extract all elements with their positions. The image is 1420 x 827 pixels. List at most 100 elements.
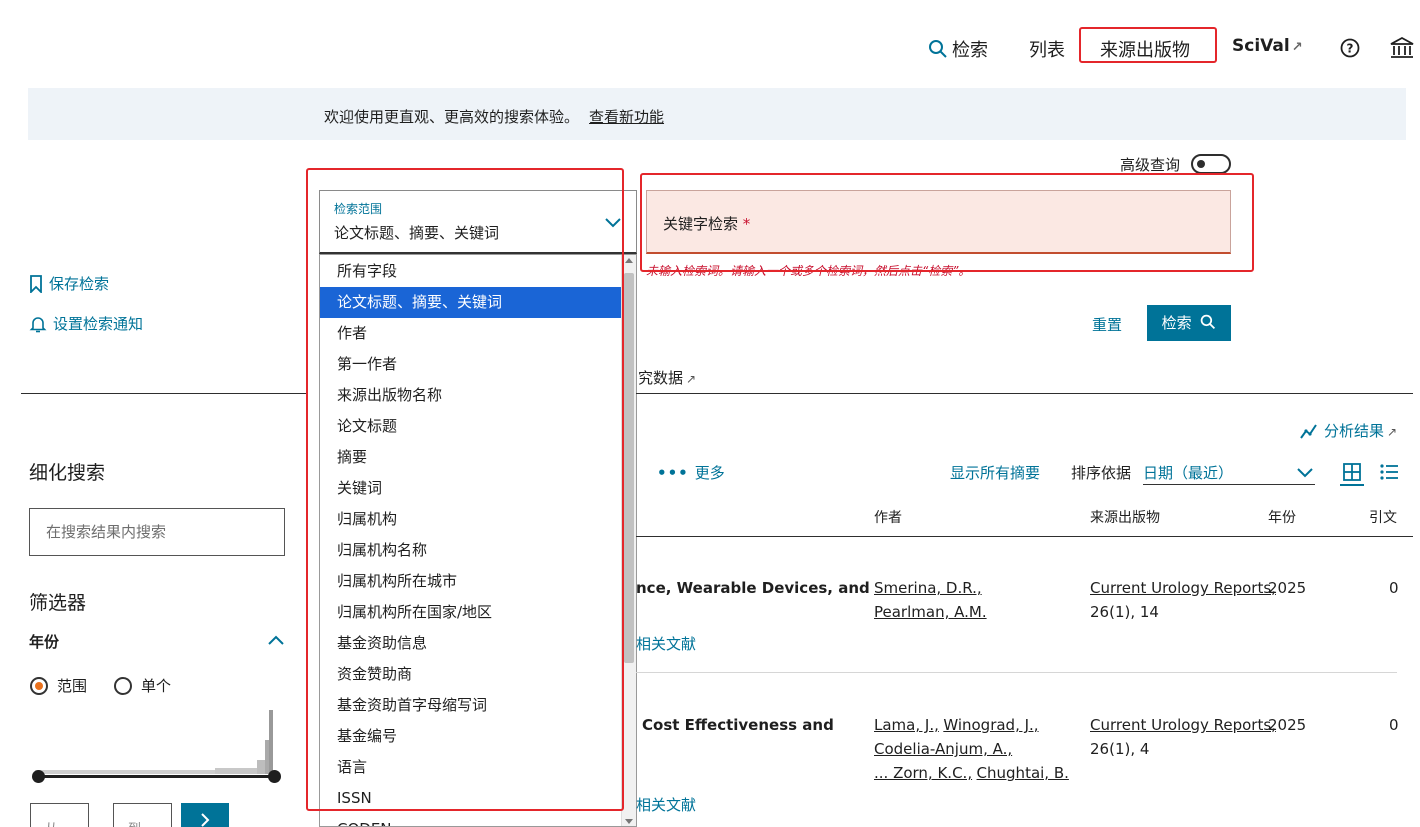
citations-cell: 0 [1389, 579, 1399, 597]
table-row: nce, Wearable Devices, and 相关文献 Smerina,… [636, 560, 1413, 670]
year-to-input[interactable]: 到 [113, 803, 172, 827]
author-link[interactable]: Smerina, D.R., [874, 579, 982, 597]
dropdown-option[interactable]: 所有字段 [320, 256, 621, 287]
year-histogram [35, 710, 273, 774]
dropdown-option[interactable]: 归属机构 [320, 504, 621, 535]
scroll-up-arrow[interactable] [625, 258, 633, 263]
bell-icon [29, 317, 47, 333]
grid-view-button[interactable] [1340, 462, 1364, 486]
search-button[interactable]: 检索 [1147, 305, 1231, 341]
analyze-results-link[interactable]: 分析结果 ↗ [1300, 420, 1397, 441]
dropdown-option[interactable]: 基金资助信息 [320, 628, 621, 659]
search-scope-select[interactable]: 检索范围 论文标题、摘要、关键词 [319, 190, 637, 254]
more-dots-icon: ••• [657, 464, 689, 482]
year-slider-track[interactable] [38, 775, 275, 778]
related-docs-link[interactable]: 相关文献 [636, 633, 696, 654]
author-link[interactable]: Winograd, J., [943, 716, 1038, 734]
citations-cell: 0 [1389, 716, 1399, 734]
column-citations[interactable]: 引文 [1369, 507, 1397, 527]
more-button[interactable]: ••• 更多 [657, 462, 725, 483]
nav-search[interactable]: 检索 [928, 36, 988, 62]
year-filter-title: 年份 [29, 633, 60, 651]
source-detail: 26(1), 4 [1090, 740, 1150, 758]
dropdown-option[interactable]: 归属机构所在城市 [320, 566, 621, 597]
refine-title: 细化搜索 [29, 462, 106, 484]
dropdown-option[interactable]: 第一作者 [320, 349, 621, 380]
author-link[interactable]: Codelia-Anjum, A., [874, 740, 1012, 758]
author-link[interactable]: Lama, J., [874, 716, 939, 734]
dropdown-option[interactable]: 论文标题 [320, 411, 621, 442]
column-source[interactable]: 来源出版物 [1090, 507, 1160, 527]
refine-search-field[interactable] [30, 509, 284, 555]
filters-title: 筛选器 [29, 592, 87, 614]
dropdown-scrollbar[interactable] [621, 255, 636, 826]
divider-right [636, 393, 1413, 394]
table-row: Cost Effectiveness and 相关文献 Lama, J., Wi… [636, 697, 1413, 827]
dropdown-option[interactable]: 语言 [320, 752, 621, 783]
reset-button[interactable]: 重置 [1092, 314, 1122, 335]
column-authors[interactable]: 作者 [874, 507, 902, 527]
chevron-down-icon [1297, 468, 1313, 478]
dropdown-option[interactable]: 论文标题、摘要、关键词 [320, 287, 621, 318]
show-all-abstracts-link[interactable]: 显示所有摘要 [950, 462, 1040, 483]
radio-single[interactable] [114, 677, 132, 695]
year-slider-min-handle[interactable] [32, 770, 45, 783]
search-icon [1201, 314, 1216, 330]
banner-link[interactable]: 查看新功能 [589, 108, 664, 126]
scroll-down-arrow[interactable] [625, 819, 633, 824]
sort-select[interactable]: 日期（最近） [1143, 458, 1315, 485]
tab-research-data[interactable]: 究数据 ↗ [638, 367, 696, 388]
row-divider [636, 672, 1397, 673]
save-search-link[interactable]: 保存检索 [29, 273, 109, 295]
institution-button[interactable] [1390, 36, 1414, 65]
dropdown-option[interactable]: 资金赞助商 [320, 659, 621, 690]
source-cell: Current Urology Reports, [1090, 716, 1276, 734]
search-button-label: 检索 [1161, 314, 1192, 332]
set-alert-link[interactable]: 设置检索通知 [29, 313, 143, 334]
radio-range[interactable] [30, 677, 48, 695]
keyword-error-message: 未输入检索词。请输入一个或多个检索词，然后点击“检索”。 [646, 264, 971, 278]
dropdown-option[interactable]: CODEN [320, 814, 621, 826]
external-link-icon: ↗ [686, 372, 697, 386]
year-slider-max-handle[interactable] [268, 770, 281, 783]
refine-search-input[interactable] [29, 508, 285, 556]
nav-sources[interactable]: 来源出版物 [1100, 36, 1190, 62]
source-link[interactable]: Current Urology Reports, [1090, 716, 1276, 734]
dropdown-option[interactable]: 关键词 [320, 473, 621, 504]
result-title[interactable]: nce, Wearable Devices, and [636, 579, 870, 597]
external-link-icon: ↗ [1291, 40, 1303, 55]
list-view-icon[interactable] [1379, 462, 1399, 482]
radio-range-label: 范围 [57, 677, 88, 695]
author-link[interactable]: Chughtai, B. [977, 764, 1069, 782]
dropdown-option[interactable]: 作者 [320, 318, 621, 349]
result-title[interactable]: Cost Effectiveness and [642, 716, 834, 734]
dropdown-option[interactable]: 归属机构名称 [320, 535, 621, 566]
search-scope-caption: 检索范围 [334, 202, 383, 216]
authors-line-1: Lama, J., Winograd, J., [874, 716, 1039, 734]
chevron-up-icon[interactable] [267, 634, 285, 646]
author-link[interactable]: Pearlman, A.M. [874, 603, 987, 621]
author-link[interactable]: ... Zorn, K.C., [874, 764, 972, 782]
dropdown-option[interactable]: 摘要 [320, 442, 621, 473]
keyword-search-input[interactable]: 关键字检索 * [646, 190, 1231, 254]
dropdown-option[interactable]: 来源出版物名称 [320, 380, 621, 411]
dropdown-option[interactable]: 归属机构所在国家/地区 [320, 597, 621, 628]
nav-lists[interactable]: 列表 [1029, 36, 1065, 62]
source-cell: Current Urology Reports, [1090, 579, 1276, 597]
nav-scival-label: SciVal [1232, 36, 1290, 56]
dropdown-option[interactable]: 基金资助首字母缩写词 [320, 690, 621, 721]
related-docs-link[interactable]: 相关文献 [636, 794, 696, 815]
institution-icon [1390, 36, 1414, 58]
dropdown-option[interactable]: ISSN [320, 783, 621, 814]
nav-scival[interactable]: SciVal ↗ [1232, 36, 1303, 56]
year-apply-button[interactable] [181, 803, 229, 827]
year-from-input[interactable]: 从 [30, 803, 89, 827]
search-scope-dropdown[interactable]: 所有字段 论文标题、摘要、关键词 作者 第一作者 来源出版物名称 论文标题 摘要 关键词 归属机… [319, 254, 637, 827]
help-button[interactable]: ? [1340, 38, 1360, 63]
dropdown-option[interactable]: 基金编号 [320, 721, 621, 752]
column-year[interactable]: 年份 [1268, 507, 1296, 527]
scroll-thumb[interactable] [624, 273, 634, 663]
source-link[interactable]: Current Urology Reports, [1090, 579, 1276, 597]
set-alert-label: 设置检索通知 [53, 315, 144, 333]
advanced-query-toggle[interactable] [1191, 154, 1231, 174]
